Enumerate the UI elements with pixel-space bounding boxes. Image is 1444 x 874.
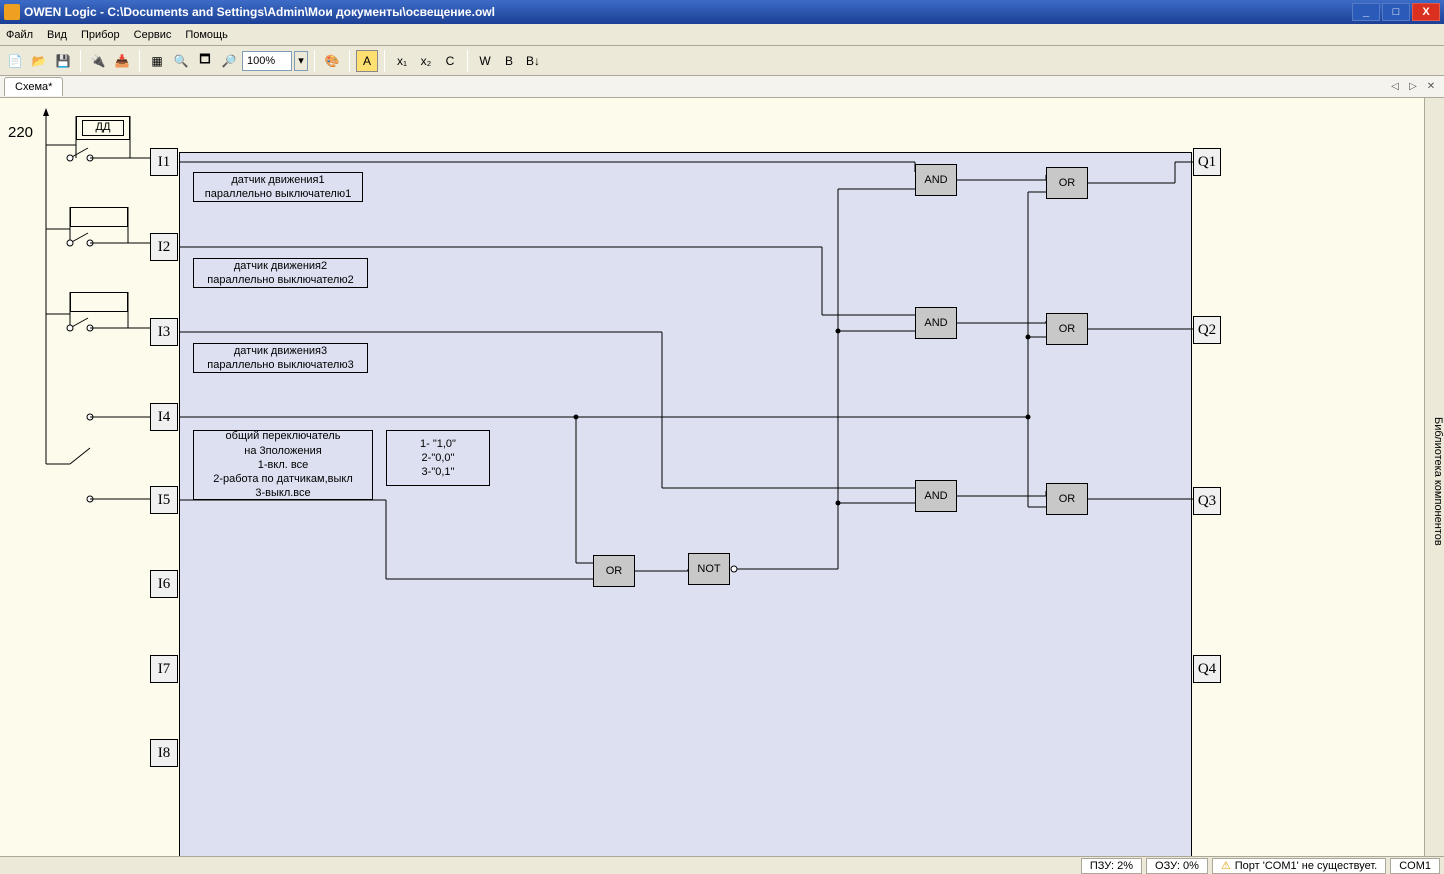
status-com[interactable]: COM1	[1390, 858, 1440, 874]
switch-housing-3	[70, 292, 128, 312]
text-a-icon[interactable]: A	[356, 50, 378, 72]
label-220: 220	[8, 124, 33, 141]
zoom-dropdown[interactable]: ▾	[294, 51, 308, 71]
status-ozu: ОЗУ: 0%	[1146, 858, 1208, 874]
gate-or-1[interactable]: OR	[1046, 167, 1088, 199]
dd-label: ДД	[96, 121, 111, 133]
port-q4[interactable]: Q4	[1193, 655, 1221, 683]
switch-housing-2	[70, 207, 128, 227]
status-pzu: ПЗУ: 2%	[1081, 858, 1142, 874]
workspace: 220 ДД	[0, 98, 1444, 856]
tab-next-icon[interactable]: ▷	[1406, 80, 1420, 94]
port-i8[interactable]: I8	[150, 739, 178, 767]
port-i1[interactable]: I1	[150, 148, 178, 176]
menu-service[interactable]: Сервис	[134, 29, 172, 41]
bold-icon[interactable]: B	[498, 50, 520, 72]
menu-help[interactable]: Помощь	[185, 29, 228, 41]
close-button[interactable]: X	[1412, 3, 1440, 21]
port-q3[interactable]: Q3	[1193, 487, 1221, 515]
canvas[interactable]: 220 ДД	[0, 98, 1424, 856]
minimize-button[interactable]: _	[1352, 3, 1380, 21]
port-i2[interactable]: I2	[150, 233, 178, 261]
library-panel[interactable]: Библиотека компонентов	[1424, 98, 1444, 856]
zoom-fit-icon[interactable]: 🗖	[194, 50, 216, 72]
title-bar: OWEN Logic - C:\Documents and Settings\A…	[0, 0, 1444, 24]
status-bar: ПЗУ: 2% ОЗУ: 0% Порт 'COM1' не существуе…	[0, 856, 1444, 874]
zoom-value[interactable]: 100%	[242, 51, 292, 71]
menu-device[interactable]: Прибор	[81, 29, 120, 41]
gate-and-3[interactable]: AND	[915, 480, 957, 512]
open-file-icon[interactable]: 📂	[28, 50, 50, 72]
input-w-icon[interactable]: W	[474, 50, 496, 72]
comment-1[interactable]: датчик движения1 параллельно выключателю…	[193, 172, 363, 202]
new-file-icon[interactable]: 📄	[4, 50, 26, 72]
menu-view[interactable]: Вид	[47, 29, 67, 41]
output-icon[interactable]: B↓	[522, 50, 544, 72]
gate-and-2[interactable]: AND	[915, 307, 957, 339]
toolbar: 📄 📂 💾 🔌 📥 ▦ 🔍 🗖 🔎 100% ▾ 🎨 A x₁ x₂ C W B…	[0, 46, 1444, 76]
status-port-warning: Порт 'COM1' не существует.	[1212, 858, 1386, 874]
port-q2[interactable]: Q2	[1193, 316, 1221, 344]
gate-or-3[interactable]: OR	[1046, 483, 1088, 515]
comment-3[interactable]: датчик движения3 параллельно выключателю…	[193, 343, 368, 373]
var-icon-1[interactable]: x₁	[391, 50, 413, 72]
dd-box: ДД	[82, 120, 124, 136]
comment-4[interactable]: общий переключатель на 3положения 1-вкл.…	[193, 430, 373, 500]
tab-prev-icon[interactable]: ◁	[1388, 80, 1402, 94]
tab-schema[interactable]: Схема*	[4, 77, 63, 96]
port-i4[interactable]: I4	[150, 403, 178, 431]
zoom-in-icon[interactable]: 🔎	[218, 50, 240, 72]
tab-close-icon[interactable]: ✕	[1424, 80, 1438, 94]
gate-and-1[interactable]: AND	[915, 164, 957, 196]
comment-2[interactable]: датчик движения2 параллельно выключателю…	[193, 258, 368, 288]
tab-bar: Схема* ◁ ▷ ✕	[0, 76, 1444, 98]
save-icon[interactable]: 💾	[52, 50, 74, 72]
port-q1[interactable]: Q1	[1193, 148, 1221, 176]
menu-file[interactable]: Файл	[6, 29, 33, 41]
grid-icon[interactable]: ▦	[146, 50, 168, 72]
upload-device-icon[interactable]: 🔌	[87, 50, 109, 72]
menu-bar: Файл Вид Прибор Сервис Помощь	[0, 24, 1444, 46]
gate-not[interactable]: NOT	[688, 553, 730, 585]
var-icon-2[interactable]: x₂	[415, 50, 437, 72]
zoom-out-icon[interactable]: 🔍	[170, 50, 192, 72]
port-i6[interactable]: I6	[150, 570, 178, 598]
window-title: OWEN Logic - C:\Documents and Settings\A…	[24, 5, 1352, 19]
app-icon	[4, 4, 20, 20]
gate-or-bottom[interactable]: OR	[593, 555, 635, 587]
download-device-icon[interactable]: 📥	[111, 50, 133, 72]
const-icon[interactable]: C	[439, 50, 461, 72]
port-i3[interactable]: I3	[150, 318, 178, 346]
palette-icon[interactable]: 🎨	[321, 50, 343, 72]
maximize-button[interactable]: □	[1382, 3, 1410, 21]
port-i5[interactable]: I5	[150, 486, 178, 514]
comment-legend[interactable]: 1- "1,0" 2-"0,0" 3-"0,1"	[386, 430, 490, 486]
gate-or-2[interactable]: OR	[1046, 313, 1088, 345]
port-i7[interactable]: I7	[150, 655, 178, 683]
